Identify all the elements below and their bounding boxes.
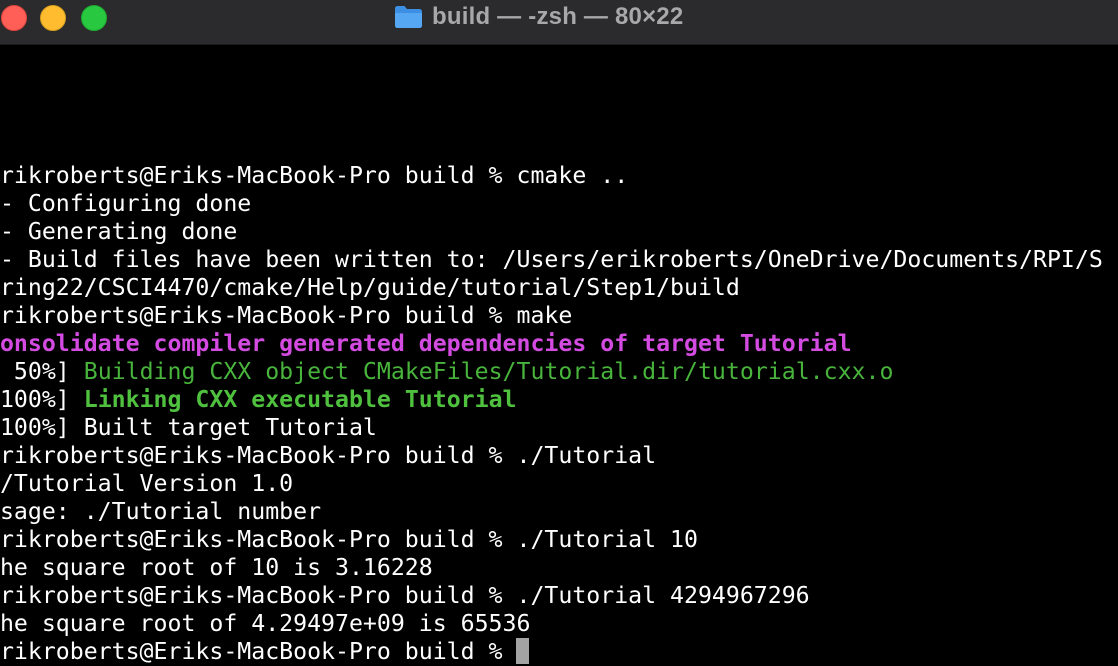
terminal-line: ./Tutorial Version 1.0 bbox=[0, 470, 294, 497]
link-step-text: Linking CXX executable Tutorial bbox=[83, 386, 517, 413]
close-window-button[interactable] bbox=[1, 5, 27, 31]
window-title-group: build — -zsh — 80×22 bbox=[394, 1, 683, 33]
terminal-line: -- Generating done bbox=[0, 218, 238, 245]
terminal-line: erikroberts@Eriks-MacBook-Pro build % ./… bbox=[0, 582, 810, 609]
terminal-prompt-line[interactable]: erikroberts@Eriks-MacBook-Pro build % bbox=[0, 638, 530, 666]
terminal-output[interactable]: erikroberts@Eriks-MacBook-Pro build % cm… bbox=[0, 45, 1118, 666]
shell-prompt: erikroberts@Eriks-MacBook-Pro build % bbox=[0, 638, 517, 665]
terminal-line: erikroberts@Eriks-MacBook-Pro build % cm… bbox=[0, 162, 629, 189]
window-title: build — -zsh — 80×22 bbox=[432, 3, 684, 30]
progress-prefix: [ 50%] bbox=[13, 358, 70, 385]
terminal-line: erikroberts@Eriks-MacBook-Pro build % ma… bbox=[0, 302, 573, 329]
terminal-line: The square root of 4.29497e+09 is 65536 bbox=[0, 610, 531, 637]
terminal-line: -- Build files have been written to: /Us… bbox=[0, 246, 1103, 273]
terminal-line: The square root of 10 is 3.16228 bbox=[0, 554, 433, 581]
text-cursor bbox=[516, 638, 530, 664]
terminal-line: Usage: ./Tutorial number bbox=[0, 498, 322, 525]
title-bar[interactable]: build — -zsh — 80×22 bbox=[0, 0, 1118, 45]
folder-icon bbox=[395, 6, 422, 28]
maximize-window-button[interactable] bbox=[81, 5, 107, 31]
terminal-line-progress: [ 50%] Building CXX object CMakeFiles/Tu… bbox=[0, 358, 894, 386]
terminal-line-highlight: Consolidate compiler generated dependenc… bbox=[0, 330, 852, 357]
terminal-line-progress: [100%] Linking CXX executable Tutorial bbox=[0, 386, 517, 414]
terminal-line: -- Configuring done bbox=[0, 190, 252, 217]
terminal-line: pring22/CSCI4470/cmake/Help/guide/tutori… bbox=[0, 274, 740, 301]
minimize-window-button[interactable] bbox=[40, 5, 66, 31]
terminal-line: erikroberts@Eriks-MacBook-Pro build % ./… bbox=[0, 526, 698, 553]
terminal-line: erikroberts@Eriks-MacBook-Pro build % ./… bbox=[0, 442, 657, 469]
terminal-line: [100%] Built target Tutorial bbox=[0, 414, 377, 441]
build-step-text: Building CXX object CMakeFiles/Tutorial.… bbox=[83, 358, 894, 385]
progress-prefix: [100%] bbox=[0, 386, 70, 413]
terminal-window: build — -zsh — 80×22 erikroberts@Eriks-M… bbox=[0, 0, 1118, 666]
